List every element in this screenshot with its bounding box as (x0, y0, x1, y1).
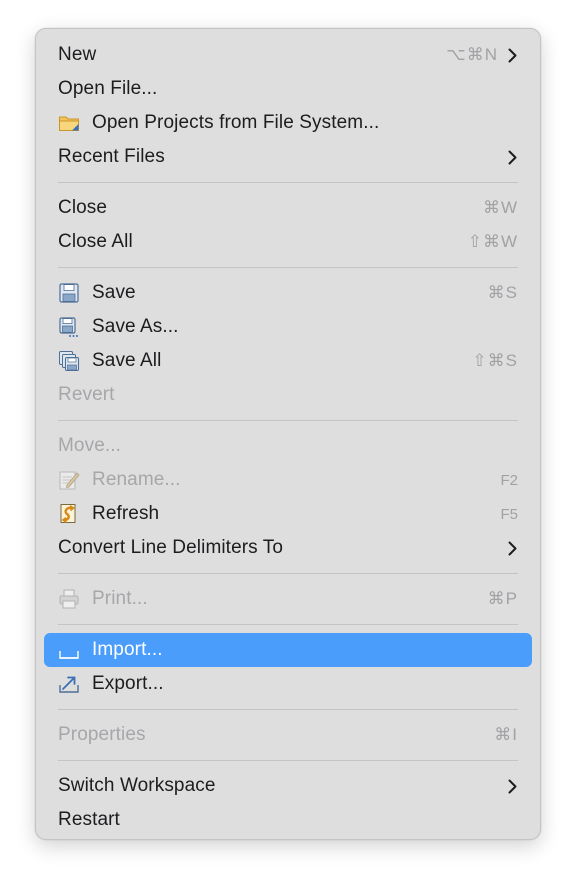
menu-item-label: New (58, 44, 97, 65)
menu-item-import[interactable]: Import... (44, 633, 532, 667)
menu-item-refresh[interactable]: Refresh F5 (44, 497, 532, 531)
menu-item-properties: Properties ⌘I (44, 718, 532, 752)
menu-item-label: Close (58, 197, 108, 218)
menu-item-label: Save (92, 282, 136, 303)
menu-item-label: Save As... (92, 316, 179, 337)
menu-separator (58, 182, 518, 183)
folder-icon (58, 112, 80, 134)
shortcut-label: ⌘W (482, 198, 518, 217)
shortcut-label: F5 (500, 505, 518, 523)
menu-item-open-projects[interactable]: Open Projects from File System... (44, 106, 532, 140)
menu-item-label: Refresh (92, 503, 160, 524)
refresh-icon (58, 503, 80, 525)
menu-item-new[interactable]: New ⌥⌘N (44, 38, 532, 72)
save-all-icon (58, 350, 80, 372)
menu-item-label: Close All (58, 231, 133, 252)
printer-icon (58, 588, 80, 610)
menu-item-close-all[interactable]: Close All ⇧⌘W (44, 225, 532, 259)
chevron-right-icon (506, 541, 518, 556)
menu-separator (58, 624, 518, 625)
save-icon (58, 282, 80, 304)
menu-item-move: Move... (44, 429, 532, 463)
import-icon (58, 639, 80, 661)
menu-item-label: Move... (58, 435, 121, 456)
menu-item-export[interactable]: Export... (44, 667, 532, 701)
menu-item-print: Print... ⌘P (44, 582, 532, 616)
shortcut-label: ⇧⌘S (472, 351, 518, 370)
menu-item-rename: Rename... F2 (44, 463, 532, 497)
menu-item-revert: Revert (44, 378, 532, 412)
menu-item-label: Revert (58, 384, 115, 405)
menu-item-save-as[interactable]: Save As... (44, 310, 532, 344)
menu-item-recent-files[interactable]: Recent Files (44, 140, 532, 174)
menu-separator (58, 420, 518, 421)
menu-item-restart[interactable]: Restart (44, 803, 532, 837)
menu-item-label: Open Projects from File System... (92, 112, 380, 133)
menu-item-label: Import... (92, 639, 163, 660)
menu-separator (58, 760, 518, 761)
menu-item-label: Convert Line Delimiters To (58, 537, 284, 558)
menu-item-label: Rename... (92, 469, 181, 490)
rename-icon (58, 469, 80, 491)
shortcut-label: ⇧⌘W (467, 232, 518, 251)
chevron-right-icon (506, 48, 518, 63)
menu-separator (58, 573, 518, 574)
menu-item-save-all[interactable]: Save All ⇧⌘S (44, 344, 532, 378)
menu-item-open-file[interactable]: Open File... (44, 72, 532, 106)
menu-item-label: Properties (58, 724, 146, 745)
menu-item-label: Restart (58, 809, 120, 830)
menu-item-switch-workspace[interactable]: Switch Workspace (44, 769, 532, 803)
menu-item-label: Open File... (58, 78, 158, 99)
save-as-icon (58, 316, 80, 338)
menu-item-convert-line-delimiters[interactable]: Convert Line Delimiters To (44, 531, 532, 565)
menu-item-save[interactable]: Save ⌘S (44, 276, 532, 310)
shortcut-label: F2 (500, 471, 518, 489)
shortcut-label: ⌘I (494, 725, 518, 744)
shortcut-label: ⌘P (487, 589, 518, 608)
export-icon (58, 673, 80, 695)
chevron-right-icon (506, 779, 518, 794)
shortcut-label: ⌘S (487, 283, 518, 302)
menu-item-label: Switch Workspace (58, 775, 216, 796)
chevron-right-icon (506, 150, 518, 165)
shortcut-label: ⌥⌘N (446, 45, 498, 64)
menu-separator (58, 709, 518, 710)
menu-item-close[interactable]: Close ⌘W (44, 191, 532, 225)
file-menu: New ⌥⌘N Open File... Open Projects from … (35, 28, 541, 840)
menu-item-label: Print... (92, 588, 148, 609)
menu-item-label: Recent Files (58, 146, 165, 167)
menu-separator (58, 267, 518, 268)
menu-item-label: Export... (92, 673, 164, 694)
menu-item-label: Save All (92, 350, 162, 371)
